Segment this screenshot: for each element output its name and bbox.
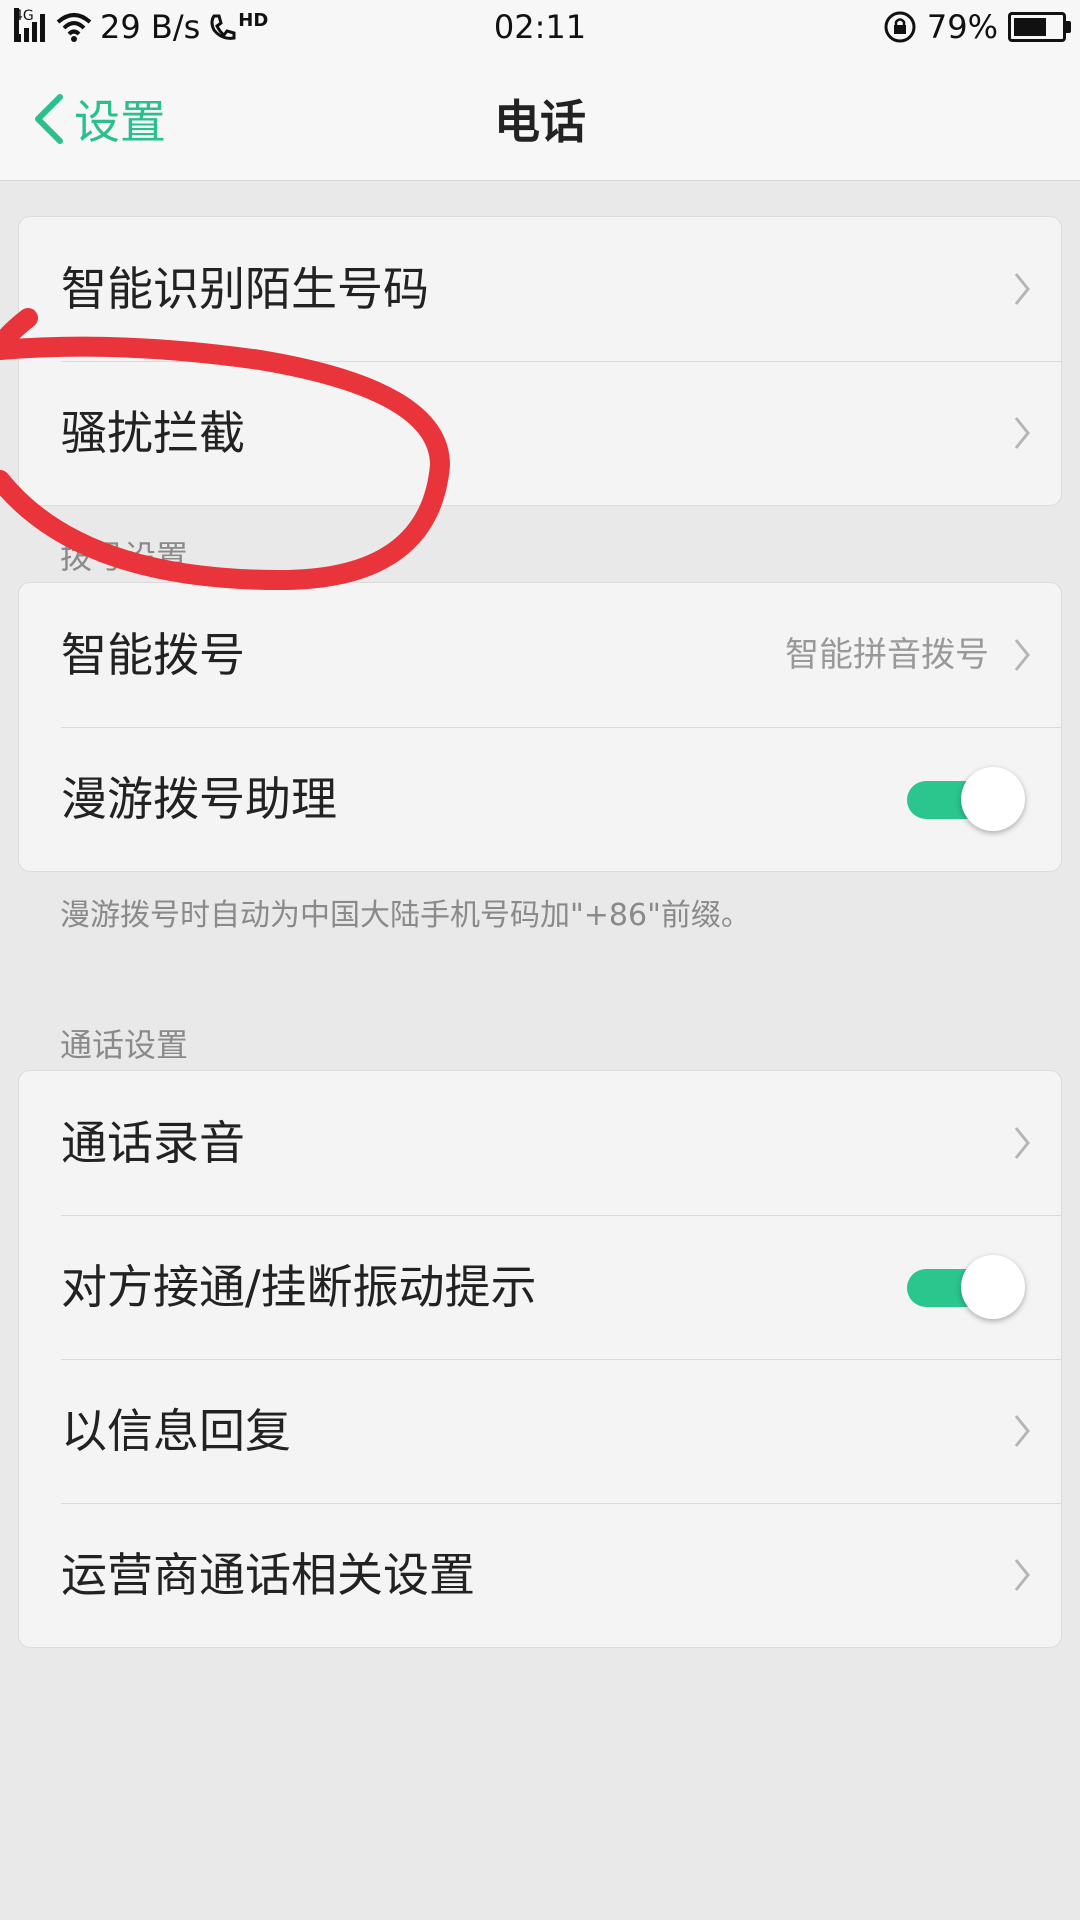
roaming-assistant-toggle[interactable] bbox=[907, 767, 1025, 831]
chevron-right-icon bbox=[1014, 1415, 1030, 1447]
card-caller-id: 智能识别陌生号码 骚扰拦截 bbox=[18, 216, 1062, 506]
status-bar: 4G 29 B/s HD 02:11 79% bbox=[0, 0, 1080, 56]
row-label: 通话录音 bbox=[61, 1116, 245, 1170]
chevron-right-icon bbox=[1014, 1127, 1030, 1159]
card-call-settings: 通话录音 对方接通/挂断振动提示 以信息回复 运营商通话相关设置 bbox=[18, 1070, 1062, 1648]
section-header-dial: 拨号设置 bbox=[60, 538, 189, 576]
row-spam-blocking[interactable]: 骚扰拦截 bbox=[19, 361, 1061, 505]
status-right: 79% bbox=[883, 8, 1071, 46]
row-smart-dial[interactable]: 智能拨号 智能拼音拨号 bbox=[19, 583, 1061, 727]
chevron-left-icon bbox=[35, 94, 63, 144]
row-identify-unknown-numbers[interactable]: 智能识别陌生号码 bbox=[19, 217, 1061, 361]
chevron-right-icon bbox=[1014, 417, 1030, 449]
battery-percent: 79% bbox=[926, 8, 998, 46]
row-label: 以信息回复 bbox=[61, 1404, 291, 1458]
card-dial-settings: 智能拨号 智能拼音拨号 漫游拨号助理 bbox=[18, 582, 1062, 872]
row-label: 运营商通话相关设置 bbox=[61, 1548, 475, 1602]
row-label: 骚扰拦截 bbox=[61, 406, 245, 460]
row-label: 智能拨号 bbox=[61, 628, 245, 682]
battery-icon bbox=[1008, 12, 1071, 42]
section-header-call: 通话设置 bbox=[60, 1026, 189, 1064]
vibrate-toggle[interactable] bbox=[907, 1255, 1025, 1319]
row-vibrate-on-connect: 对方接通/挂断振动提示 bbox=[19, 1215, 1061, 1359]
chevron-right-icon bbox=[1014, 639, 1030, 671]
back-label: 设置 bbox=[74, 95, 166, 149]
row-label: 智能识别陌生号码 bbox=[61, 262, 429, 316]
title-bar: 设置 电话 bbox=[0, 56, 1080, 181]
row-reply-with-message[interactable]: 以信息回复 bbox=[19, 1359, 1061, 1503]
row-label: 漫游拨号助理 bbox=[61, 772, 337, 826]
row-carrier-call-settings[interactable]: 运营商通话相关设置 bbox=[19, 1503, 1061, 1647]
row-roaming-dial-assistant: 漫游拨号助理 bbox=[19, 727, 1061, 871]
row-value: 智能拼音拨号 bbox=[785, 635, 989, 675]
back-button[interactable]: 设置 bbox=[32, 86, 166, 152]
chevron-right-icon bbox=[1014, 1559, 1030, 1591]
row-call-recording[interactable]: 通话录音 bbox=[19, 1071, 1061, 1215]
rotation-lock-icon bbox=[884, 11, 916, 43]
roaming-footnote: 漫游拨号时自动为中国大陆手机号码加"+86"前缀。 bbox=[60, 898, 751, 933]
chevron-right-icon bbox=[1014, 273, 1030, 305]
row-label: 对方接通/挂断振动提示 bbox=[61, 1260, 537, 1314]
